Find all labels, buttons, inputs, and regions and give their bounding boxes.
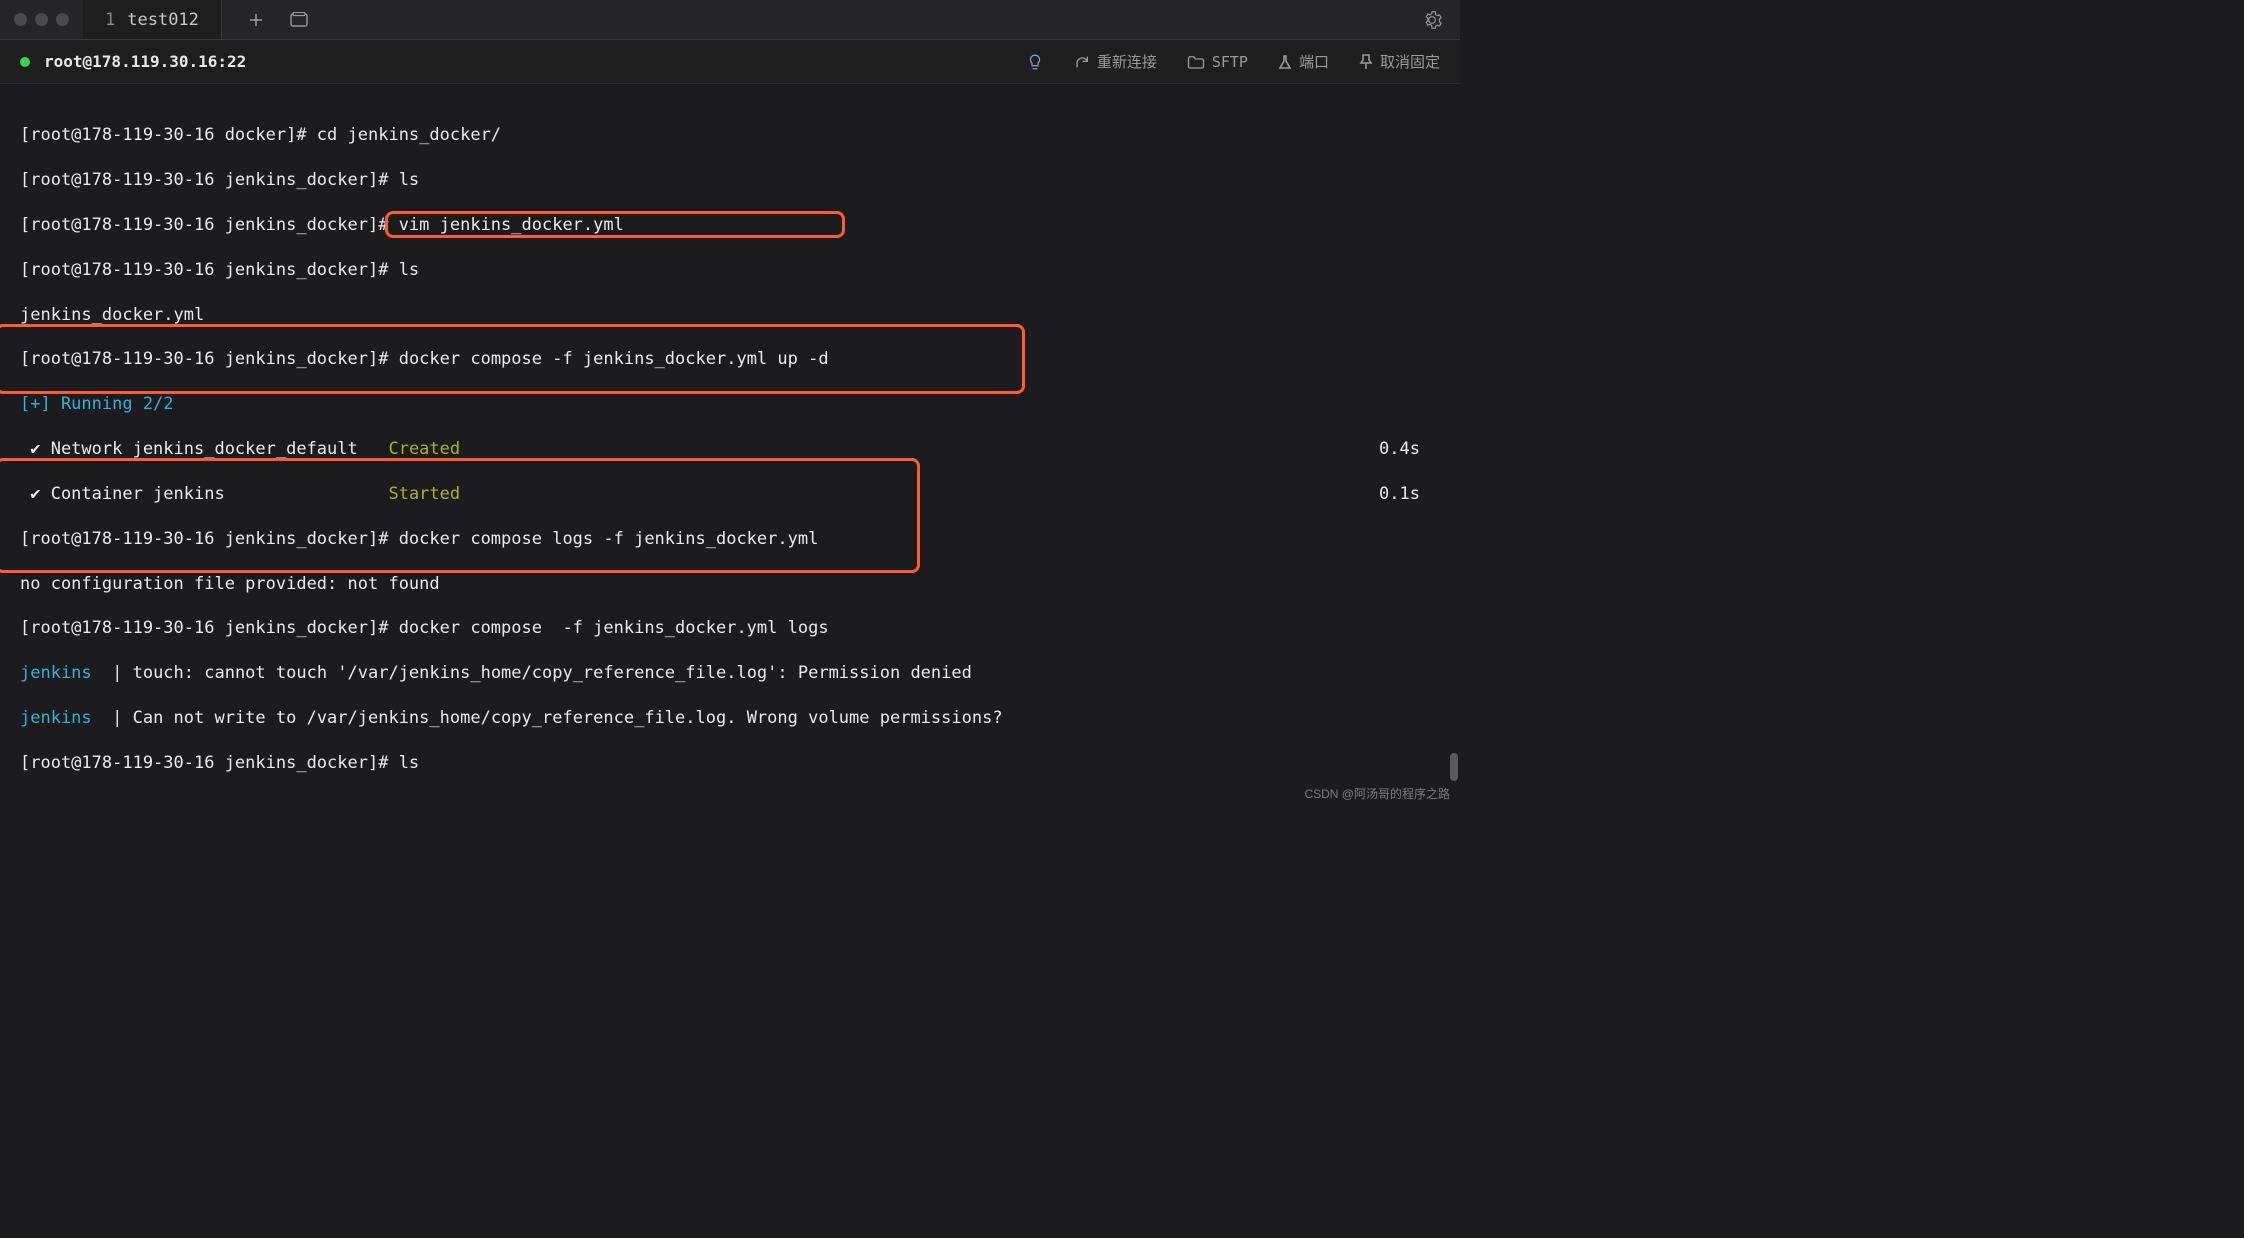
terminal-output[interactable]: [root@178-119-30-16 docker]# cd jenkins_… [0,84,1460,783]
scrollbar-thumb[interactable] [1450,753,1458,781]
terminal-line: ✔ Container jenkins Started0.1s [20,483,1440,505]
status-dot-icon [20,57,30,67]
tab-title: test012 [127,10,199,30]
terminal-line: no configuration file provided: not foun… [20,573,1440,595]
reconnect-button[interactable]: 重新连接 [1074,51,1157,72]
annotation-box [0,458,920,573]
sftp-button[interactable]: SFTP [1187,53,1248,71]
terminal-line: [root@178-119-30-16 jenkins_docker]# doc… [20,617,1440,639]
terminal-line: [root@178-119-30-16 jenkins_docker]# ls [20,259,1440,281]
terminal-line: jenkins_docker.yml [20,304,1440,326]
tab-index: 1 [105,10,115,30]
watermark-text: CSDN @阿汤哥的程序之路 [1304,785,1450,802]
terminal-line: [root@178-119-30-16 jenkins_docker]# doc… [20,348,1440,370]
settings-icon[interactable] [1404,10,1460,30]
terminal-line: [root@178-119-30-16 jenkins_docker]# doc… [20,528,1440,550]
terminal-line: ✔ Network jenkins_docker_default Created… [20,438,1440,460]
connection-label: root@178.119.30.16:22 [44,52,246,71]
port-button[interactable]: 端口 [1278,51,1329,72]
terminal-line: [root@178-119-30-16 jenkins_docker]# ls [20,752,1440,774]
close-window-icon[interactable] [14,13,27,26]
split-pane-icon[interactable] [290,12,308,28]
tab-terminal[interactable]: 1 test012 [83,0,222,39]
unpin-button[interactable]: 取消固定 [1359,51,1440,72]
terminal-line: [+] Running 2/2 [20,393,1440,415]
terminal-line: jenkins | touch: cannot touch '/var/jenk… [20,662,1440,684]
new-tab-icon[interactable] [248,12,264,28]
window-controls [0,13,83,26]
title-bar: 1 test012 [0,0,1460,40]
minimize-window-icon[interactable] [35,13,48,26]
terminal-line: [root@178-119-30-16 jenkins_docker]# ls [20,169,1440,191]
terminal-line: jenkins | Can not write to /var/jenkins_… [20,707,1440,729]
connection-bar: root@178.119.30.16:22 重新连接 SFTP 端口 取消固定 [0,40,1460,84]
terminal-line: [root@178-119-30-16 docker]# cd jenkins_… [20,124,1440,146]
hint-icon[interactable] [1026,53,1044,71]
terminal-line: [root@178-119-30-16 jenkins_docker]# vim… [20,214,1440,236]
maximize-window-icon[interactable] [56,13,69,26]
